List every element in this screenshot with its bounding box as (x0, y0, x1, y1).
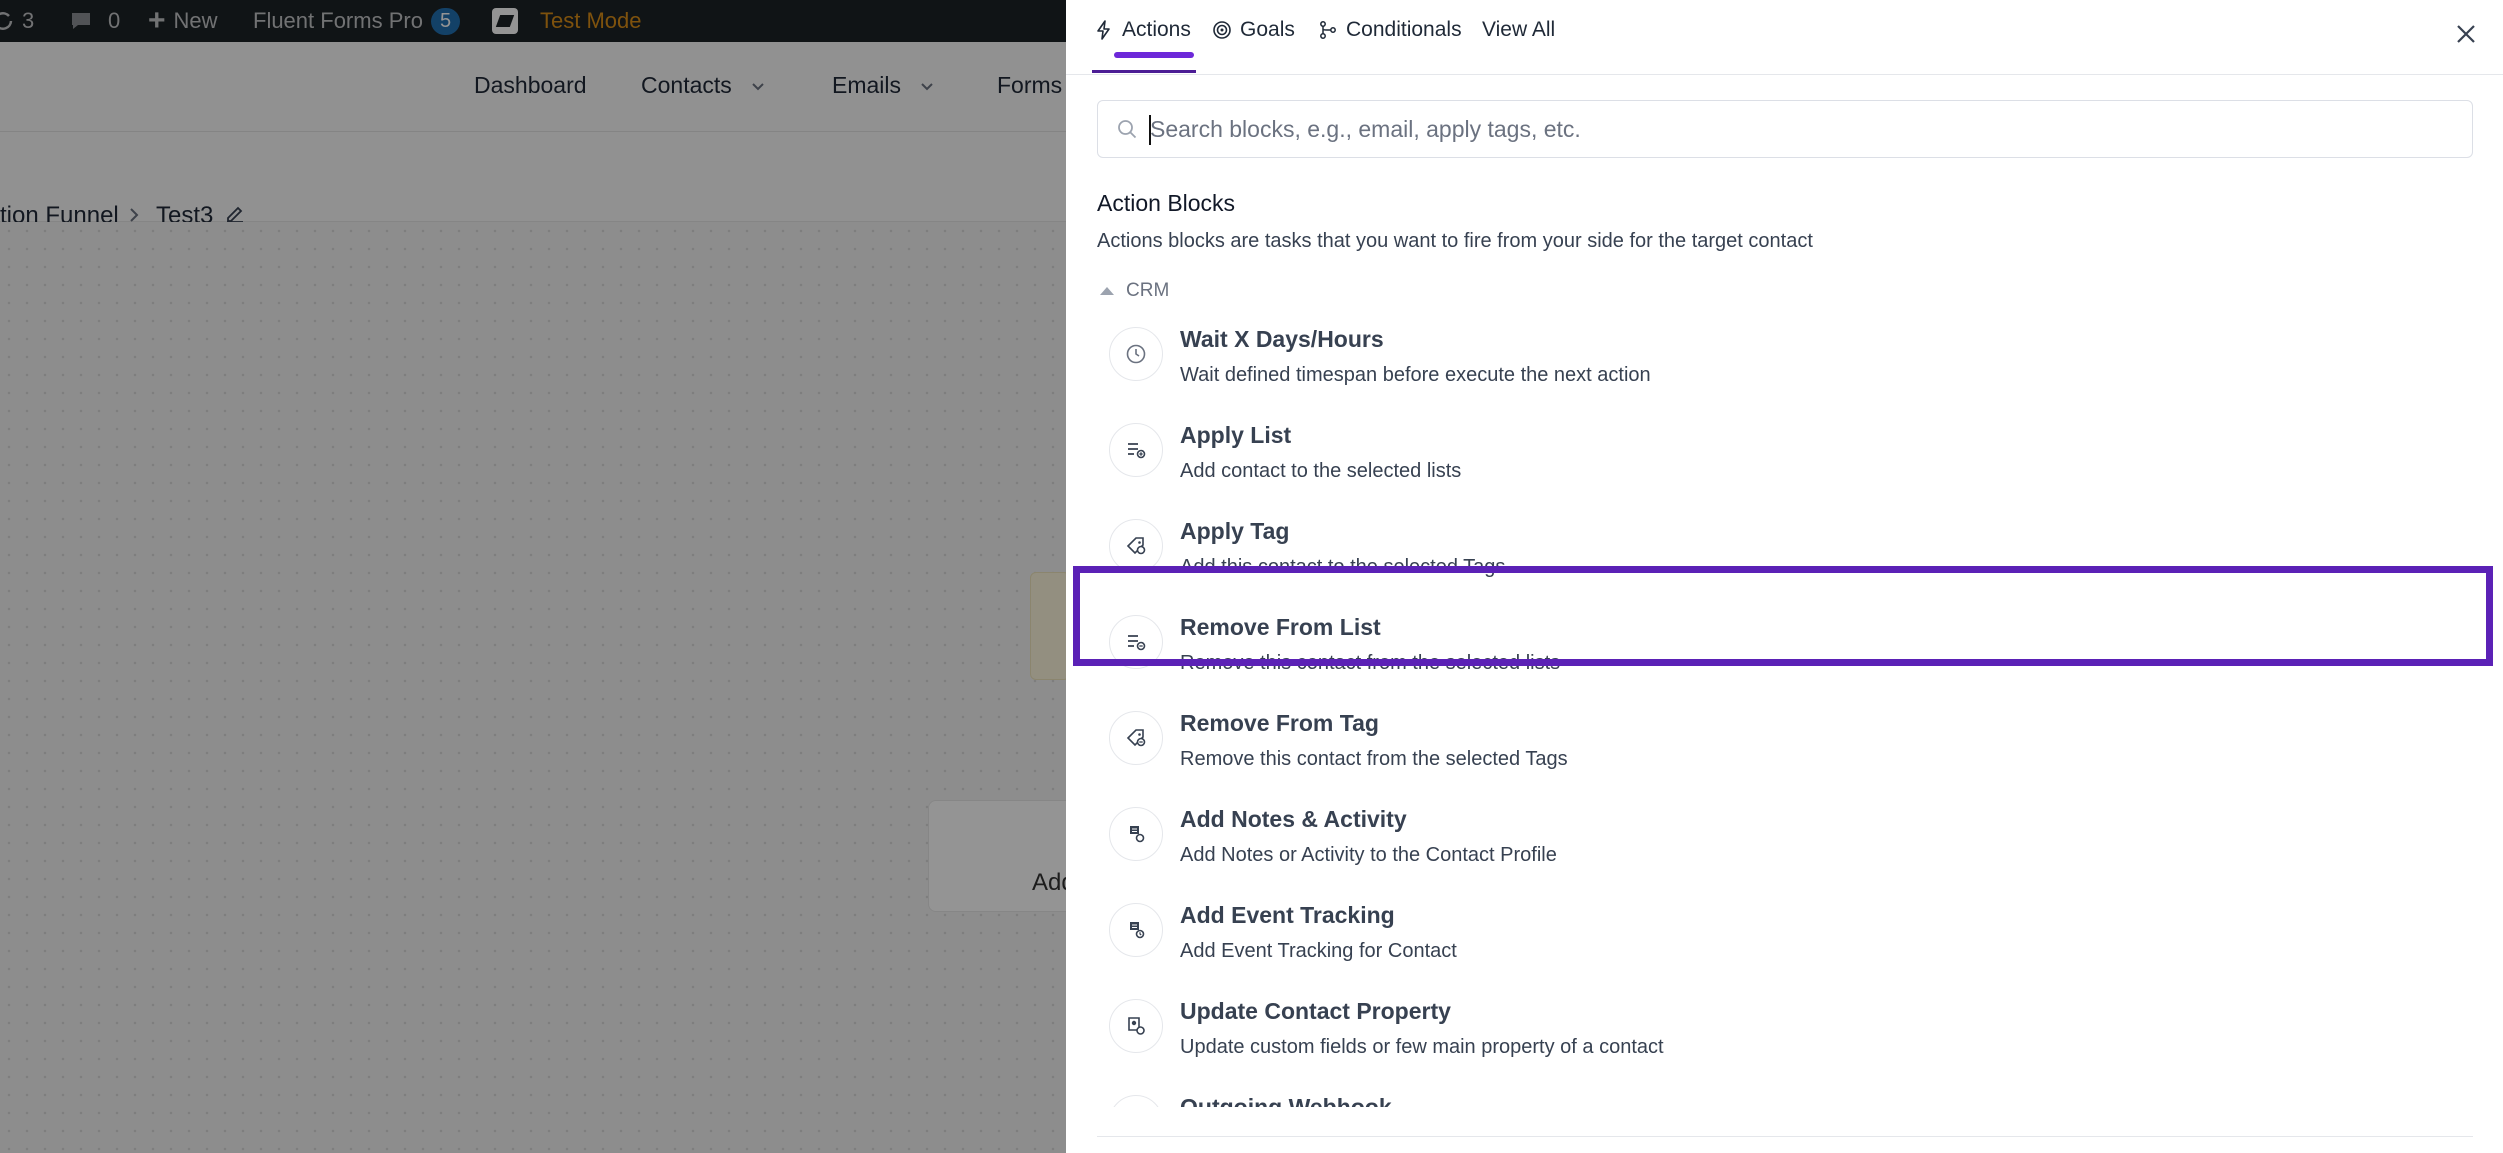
tab-label: Actions (1122, 18, 1191, 41)
search-icon (1118, 120, 1137, 139)
list-add-icon (1109, 423, 1163, 477)
item-description: Add Notes or Activity to the Contact Pro… (1180, 844, 1557, 866)
list-item[interactable]: Remove From Tag Remove this contact from… (1066, 694, 2503, 790)
item-description: Wait defined timespan before execute the… (1180, 364, 1651, 386)
list-item-highlighted[interactable]: Add Event Tracking Add Event Tracking fo… (1066, 886, 2503, 982)
section-description: Actions blocks are tasks that you want t… (1097, 230, 1813, 252)
branch-icon (1320, 21, 1336, 39)
contact-property-icon (1109, 999, 1163, 1053)
target-icon (1213, 21, 1231, 39)
list-item[interactable]: Update Contact Property Update custom fi… (1066, 982, 2503, 1078)
tab-goals[interactable]: Goals (1212, 18, 1295, 42)
section-title: Action Blocks (1097, 190, 1236, 216)
tag-add-icon (1109, 519, 1163, 573)
group-label: CRM (1126, 280, 1170, 301)
note-icon (1109, 807, 1163, 861)
item-description: Add Event Tracking for Contact (1180, 940, 1457, 962)
tab-label: Conditionals (1346, 18, 1462, 41)
item-title: Update Contact Property (1180, 998, 1451, 1024)
text-cursor (1149, 115, 1151, 145)
crm-group-toggle[interactable]: CRM (1100, 280, 1169, 302)
item-title: Apply Tag (1180, 518, 1290, 544)
close-icon[interactable] (2452, 20, 2480, 48)
list-divider (1097, 1136, 2473, 1137)
active-tab-marker (1114, 52, 1194, 58)
bolt-icon (1097, 20, 1110, 40)
block-picker-drawer: Actions Goals Conditionals View All Acti… (1066, 0, 2503, 1153)
item-title: Remove From Tag (1180, 710, 1379, 736)
search-box[interactable] (1097, 100, 2473, 158)
tab-actions[interactable]: Actions (1094, 18, 1191, 42)
list-item[interactable]: Outgoing Webhook (1066, 1078, 2503, 1107)
tab-label: Goals (1240, 18, 1295, 41)
action-block-list: Wait X Days/Hours Wait defined timespan … (1066, 310, 2503, 1107)
selection-highlight (1073, 566, 2493, 666)
event-icon (1109, 903, 1163, 957)
block-tabs: Actions Goals Conditionals View All (1066, 0, 2503, 75)
item-title: Apply List (1180, 422, 1292, 448)
tab-conditionals[interactable]: Conditionals (1318, 18, 1462, 42)
tag-remove-icon (1109, 711, 1163, 765)
collapse-caret-icon (1100, 287, 1114, 295)
item-title: Add Notes & Activity (1180, 806, 1407, 832)
webhook-icon (1109, 1095, 1163, 1107)
item-title: Wait X Days/Hours (1180, 326, 1384, 352)
item-description: Update custom fields or few main propert… (1180, 1036, 1664, 1058)
active-tab-indicator (1092, 70, 1196, 73)
search-input[interactable] (1150, 115, 2450, 143)
modal-overlay[interactable] (0, 0, 1066, 1153)
item-title: Add Event Tracking (1180, 902, 1395, 928)
clock-icon (1109, 327, 1163, 381)
item-description: Add contact to the selected lists (1180, 460, 1462, 482)
item-title: Outgoing Webhook (1180, 1094, 1392, 1107)
tab-view-all[interactable]: View All (1482, 18, 1555, 42)
list-item[interactable]: Wait X Days/Hours Wait defined timespan … (1066, 310, 2503, 406)
tab-label: View All (1482, 18, 1556, 41)
list-item[interactable]: Apply List Add contact to the selected l… (1066, 406, 2503, 502)
list-item[interactable]: Add Notes & Activity Add Notes or Activi… (1066, 790, 2503, 886)
item-description: Remove this contact from the selected Ta… (1180, 748, 1568, 770)
